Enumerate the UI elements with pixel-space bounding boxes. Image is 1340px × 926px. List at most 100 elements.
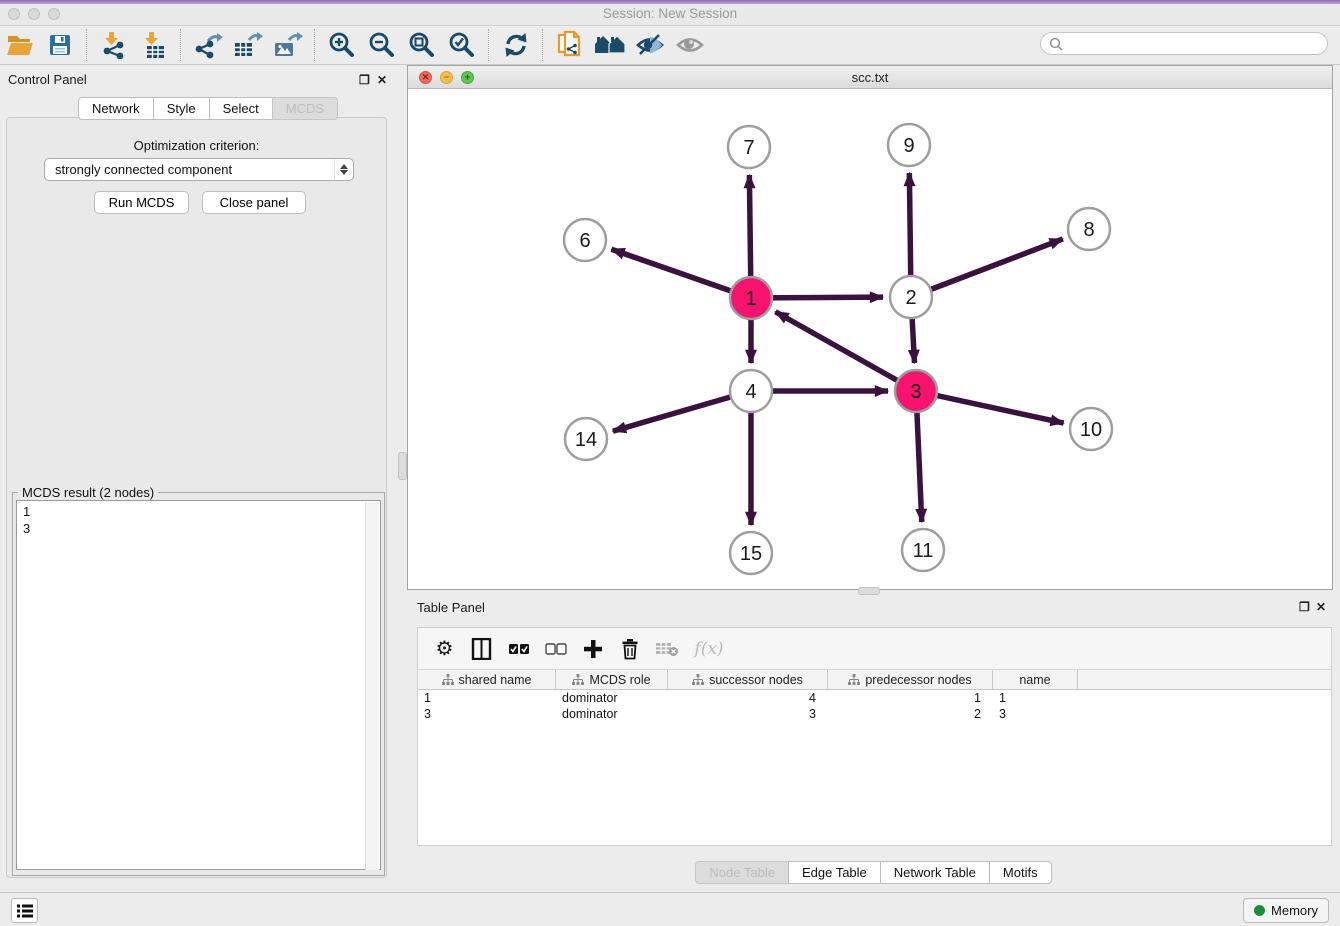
tab-edge-table[interactable]: Edge Table xyxy=(788,861,881,884)
column-namespace-icon xyxy=(442,674,454,686)
column-header-predecessor-nodes[interactable]: predecessor nodes xyxy=(828,670,993,689)
optimization-label: Optimization criterion: xyxy=(6,138,387,153)
dropdown-stepper-icon xyxy=(334,159,353,180)
export-network-icon[interactable] xyxy=(188,28,228,62)
table-cell[interactable]: 2 xyxy=(828,706,993,722)
column-header-label: name xyxy=(1019,673,1050,687)
list-icon xyxy=(16,903,34,919)
task-history-button[interactable] xyxy=(11,898,38,923)
network-canvas[interactable]: 7968124314101511 xyxy=(408,89,1332,589)
memory-button[interactable]: Memory xyxy=(1243,898,1329,923)
tab-node-table[interactable]: Node Table xyxy=(695,861,789,884)
search-input[interactable] xyxy=(1069,35,1327,52)
tab-motifs[interactable]: Motifs xyxy=(989,861,1052,884)
graph-node-label: 1 xyxy=(745,288,756,310)
table-cell[interactable]: 3 xyxy=(418,706,556,722)
table-cell[interactable]: 1 xyxy=(993,690,1078,706)
toolbar-separator xyxy=(314,29,316,61)
split-divider-handle[interactable] xyxy=(858,587,880,595)
table-cell[interactable]: 1 xyxy=(828,690,993,706)
first-neighbors-icon[interactable] xyxy=(590,28,630,62)
table-panel-float-icon[interactable]: ❐ xyxy=(1299,600,1310,614)
mcds-result-text[interactable]: 1 3 xyxy=(16,500,381,870)
column-namespace-icon xyxy=(692,674,704,686)
toolbar-separator xyxy=(542,29,544,61)
criterion-dropdown[interactable]: strongly connected component xyxy=(44,158,354,181)
control-panel-title: Control Panel xyxy=(8,72,87,87)
show-columns-icon[interactable] xyxy=(463,632,500,666)
toolbar-separator xyxy=(86,29,88,61)
column-header-label: shared name xyxy=(459,673,532,687)
zoom-fit-icon[interactable] xyxy=(402,28,442,62)
run-mcds-button[interactable]: Run MCDS xyxy=(94,191,189,214)
tab-network-table[interactable]: Network Table xyxy=(880,861,990,884)
apply-style-icon[interactable] xyxy=(550,28,590,62)
result-scrollbar[interactable] xyxy=(365,502,379,870)
delete-column-icon[interactable] xyxy=(611,632,648,666)
control-panel-float-icon[interactable]: ❐ xyxy=(359,73,370,87)
graph-edge-3-10[interactable] xyxy=(916,391,1064,423)
mcds-result-title: MCDS result (2 nodes) xyxy=(18,485,158,500)
split-divider-handle[interactable] xyxy=(398,452,407,480)
column-header-MCDS-role[interactable]: MCDS role xyxy=(556,670,668,689)
column-header-name[interactable]: name xyxy=(993,670,1078,689)
show-all-icon[interactable] xyxy=(670,28,710,62)
graph-edge-3-1[interactable] xyxy=(775,312,916,391)
zoom-in-icon[interactable] xyxy=(322,28,362,62)
export-table-icon[interactable] xyxy=(228,28,268,62)
table-cell[interactable]: 3 xyxy=(668,706,828,722)
table-row[interactable]: 1dominator411 xyxy=(418,690,1331,706)
function-builder-icon[interactable]: f(x) xyxy=(685,632,733,666)
graph-node-label: 4 xyxy=(745,381,756,403)
table-toolbar: ⚙ f(x) xyxy=(418,628,1331,670)
add-column-icon[interactable] xyxy=(574,632,611,666)
tab-mcds[interactable]: MCDS xyxy=(272,97,338,120)
refresh-view-icon[interactable] xyxy=(496,28,536,62)
result-line: 1 xyxy=(23,503,380,520)
column-header-shared-name[interactable]: shared name xyxy=(418,670,556,689)
app-titlebar: Session: New Session xyxy=(0,0,1340,26)
settings-icon[interactable]: ⚙ xyxy=(426,632,463,666)
select-all-columns-icon[interactable] xyxy=(500,632,537,666)
network-window-titlebar[interactable]: ✕ − + scc.txt xyxy=(408,66,1332,89)
graph-node-label: 2 xyxy=(905,287,916,309)
control-panel-close-icon[interactable]: ✕ xyxy=(377,73,387,87)
table-cell[interactable]: 1 xyxy=(418,690,556,706)
graph-node-label: 11 xyxy=(913,540,934,562)
window-accent-strip xyxy=(0,0,1340,4)
graph-node-label: 10 xyxy=(1080,419,1102,441)
memory-status-icon xyxy=(1254,905,1265,916)
tab-select[interactable]: Select xyxy=(209,97,273,120)
memory-label: Memory xyxy=(1271,903,1318,918)
graph-edge-2-8[interactable] xyxy=(911,239,1063,297)
export-image-icon[interactable] xyxy=(268,28,308,62)
table-cell[interactable]: 4 xyxy=(668,690,828,706)
open-session-icon[interactable] xyxy=(0,28,40,62)
table-cell[interactable]: dominator xyxy=(556,706,668,722)
table-header-row: shared name MCDS rolesuccessor nodes prede… xyxy=(418,670,1331,690)
unselect-all-columns-icon[interactable] xyxy=(537,632,574,666)
close-panel-button[interactable]: Close panel xyxy=(202,191,306,214)
network-window-title: scc.txt xyxy=(408,70,1332,85)
table-cell[interactable]: dominator xyxy=(556,690,668,706)
import-table-icon[interactable] xyxy=(134,28,174,62)
zoom-out-icon[interactable] xyxy=(362,28,402,62)
hide-selected-icon[interactable] xyxy=(630,28,670,62)
delete-table-icon[interactable] xyxy=(648,632,685,666)
graph-node-label: 3 xyxy=(910,381,921,403)
zoom-selected-icon[interactable] xyxy=(442,28,482,62)
column-header-label: predecessor nodes xyxy=(865,673,971,687)
column-header-successor-nodes[interactable]: successor nodes xyxy=(668,670,828,689)
node-table: ⚙ f(x) shared name MCDS rolesuccessor nod… xyxy=(417,627,1332,846)
app-title: Session: New Session xyxy=(0,6,1340,21)
tab-network[interactable]: Network xyxy=(78,97,154,120)
import-network-icon[interactable] xyxy=(94,28,134,62)
tab-style[interactable]: Style xyxy=(153,97,210,120)
table-tabs: Node Table Edge Table Network Table Moti… xyxy=(407,861,1340,884)
table-panel-close-icon[interactable]: ✕ xyxy=(1316,600,1326,614)
save-session-icon[interactable] xyxy=(40,28,80,62)
table-cell[interactable]: 3 xyxy=(993,706,1078,722)
table-row[interactable]: 3dominator323 xyxy=(418,706,1331,722)
search-field[interactable] xyxy=(1040,32,1328,55)
table-body: 1dominator4113dominator323 xyxy=(418,690,1331,722)
